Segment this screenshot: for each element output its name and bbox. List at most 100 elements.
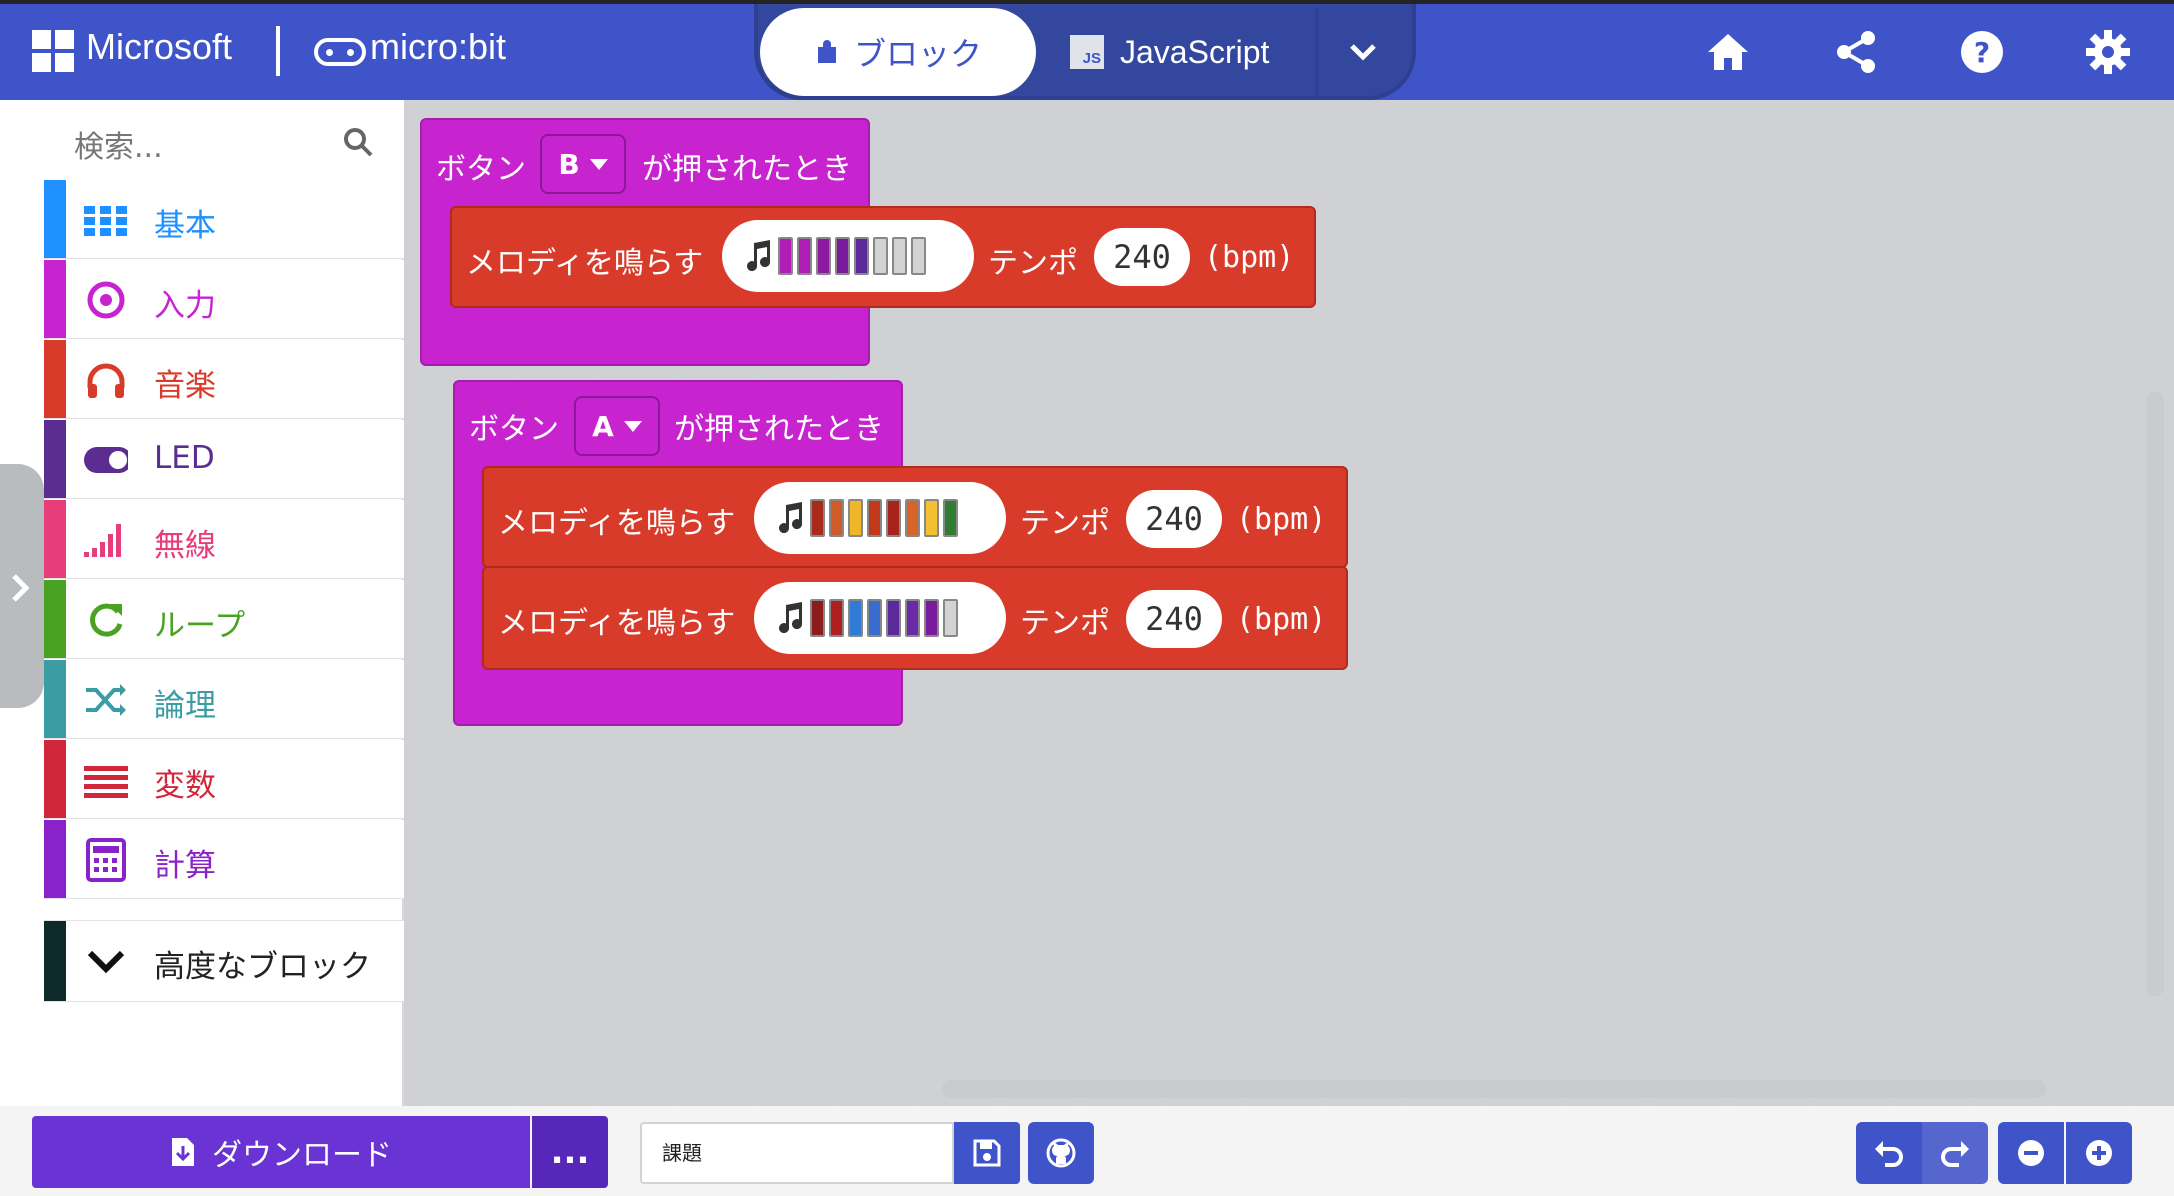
- save-icon: [973, 1139, 1001, 1167]
- vertical-scrollbar[interactable]: [2146, 392, 2164, 996]
- category-label: 音楽: [154, 368, 216, 404]
- settings-icon[interactable]: [2084, 28, 2132, 76]
- melody-note: [943, 499, 958, 537]
- button-selector-dropdown[interactable]: A: [574, 396, 660, 456]
- search-icon[interactable]: [342, 126, 374, 158]
- event-prefix: ボタン: [436, 152, 526, 187]
- microbit-logo-icon[interactable]: [314, 38, 366, 66]
- button-selector-value: A: [592, 409, 614, 443]
- tab-blocks-label: ブロック: [853, 35, 982, 73]
- toggle-icon: [84, 447, 128, 473]
- melody-editor-field[interactable]: [722, 220, 974, 292]
- shuffle-icon: [86, 684, 126, 716]
- category-color-bar: [44, 921, 66, 1001]
- melody-note: [810, 599, 825, 637]
- help-icon[interactable]: ?: [1958, 28, 2006, 76]
- tempo-label: テンポ: [1020, 506, 1110, 541]
- melody-note: [867, 599, 882, 637]
- category-color-bar: [44, 820, 66, 898]
- download-button[interactable]: ダウンロード: [32, 1116, 530, 1188]
- category-color-bar: [44, 260, 66, 338]
- music-note-icon: [747, 240, 771, 272]
- github-icon: [1046, 1138, 1076, 1168]
- melody-note: [835, 237, 850, 275]
- download-icon: [172, 1138, 194, 1166]
- toolbox-search[interactable]: 検索...: [44, 100, 404, 180]
- event-prefix: ボタン: [469, 412, 559, 447]
- category-color-bar: [44, 660, 66, 738]
- melody-note: [924, 499, 939, 537]
- category-music[interactable]: 音楽: [44, 340, 404, 419]
- category-loops[interactable]: ループ: [44, 580, 404, 659]
- event-suffix: が押されたとき: [674, 412, 884, 447]
- category-advanced[interactable]: 高度なブロック: [44, 920, 404, 1002]
- tempo-unit: (bpm): [1204, 240, 1295, 275]
- melody-note: [829, 499, 844, 537]
- chevron-down-icon: [87, 950, 125, 974]
- zoom-in-button[interactable]: [2066, 1122, 2132, 1184]
- category-radio[interactable]: 無線: [44, 500, 404, 579]
- project-name-input[interactable]: 課題: [640, 1122, 954, 1184]
- button-selector-dropdown[interactable]: B: [540, 134, 626, 194]
- category-math[interactable]: 計算: [44, 820, 404, 899]
- category-led[interactable]: LED: [44, 420, 404, 499]
- category-color-bar: [44, 420, 66, 498]
- melody-note: [892, 237, 907, 275]
- category-label: LED: [154, 440, 215, 476]
- javascript-icon: JS: [1070, 35, 1104, 69]
- undo-button[interactable]: [1856, 1122, 1922, 1184]
- redo-button[interactable]: [1922, 1122, 1988, 1184]
- event-suffix: が押されたとき: [642, 152, 852, 187]
- zoom-out-icon: [2018, 1140, 2044, 1166]
- melody-editor-field[interactable]: [754, 582, 1006, 654]
- share-icon[interactable]: [1832, 28, 1880, 76]
- melody-note: [905, 499, 920, 537]
- language-dropdown-button[interactable]: [1316, 8, 1408, 96]
- microbit-brand[interactable]: micro:bit: [370, 26, 506, 68]
- brand-separator: [276, 26, 280, 76]
- tempo-input[interactable]: 240: [1126, 590, 1222, 648]
- microsoft-logo-icon[interactable]: [32, 30, 74, 72]
- more-options-button[interactable]: ...: [532, 1116, 608, 1188]
- calculator-icon: [86, 838, 126, 882]
- tempo-input[interactable]: 240: [1126, 490, 1222, 548]
- search-input[interactable]: 検索...: [74, 122, 163, 166]
- category-variables[interactable]: 変数: [44, 740, 404, 819]
- headphones-icon: [87, 363, 125, 398]
- melody-note: [829, 599, 844, 637]
- category-label: 論理: [154, 688, 216, 724]
- category-color-bar: [44, 180, 66, 258]
- melody-note: [924, 599, 939, 637]
- refresh-icon: [90, 603, 123, 637]
- category-label: 入力: [154, 288, 216, 324]
- tempo-label: テンポ: [988, 246, 1078, 281]
- melody-note: [816, 237, 831, 275]
- save-button[interactable]: [954, 1122, 1020, 1184]
- melody-editor-field[interactable]: [754, 482, 1006, 554]
- melody-note: [886, 499, 901, 537]
- melody-note: [867, 499, 882, 537]
- tab-blocks[interactable]: ブロック: [760, 8, 1036, 96]
- category-input[interactable]: 入力: [44, 260, 404, 339]
- microsoft-brand[interactable]: Microsoft: [86, 26, 232, 68]
- category-basic[interactable]: 基本: [44, 180, 404, 259]
- tempo-unit: (bpm): [1236, 602, 1327, 637]
- tab-javascript[interactable]: JS JavaScript: [1070, 8, 1320, 96]
- music-note-icon: [779, 502, 803, 534]
- category-label: 高度なブロック: [154, 949, 371, 985]
- tempo-input[interactable]: 240: [1094, 228, 1190, 286]
- melody-note: [848, 599, 863, 637]
- category-color-bar: [44, 580, 66, 658]
- melody-note: [797, 237, 812, 275]
- download-label: ダウンロード: [212, 1138, 392, 1173]
- horizontal-scrollbar[interactable]: [942, 1080, 2046, 1098]
- category-label: 基本: [154, 208, 216, 244]
- github-button[interactable]: [1028, 1122, 1094, 1184]
- zoom-out-button[interactable]: [1998, 1122, 2064, 1184]
- zoom-in-icon: [2086, 1140, 2112, 1166]
- home-icon[interactable]: [1704, 28, 1752, 76]
- category-logic[interactable]: 論理: [44, 660, 404, 739]
- simulator-toggle-button[interactable]: [0, 464, 44, 708]
- melody-label: メロディを鳴らす: [498, 606, 736, 641]
- tab-javascript-label: JavaScript: [1120, 33, 1270, 70]
